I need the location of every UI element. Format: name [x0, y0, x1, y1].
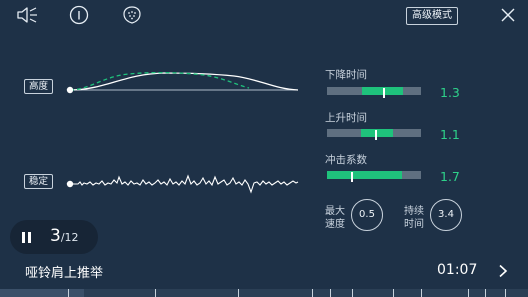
session-progress-fill	[0, 289, 85, 297]
stability-wave-chart	[66, 174, 299, 194]
progress-tick	[352, 289, 353, 297]
impact-factor-bar-fill	[327, 171, 403, 179]
progress-tick	[155, 289, 156, 297]
chevron-right-icon[interactable]	[494, 262, 512, 280]
session-progress-bar[interactable]	[0, 289, 528, 297]
impact-factor-bar	[327, 171, 421, 182]
descent-time-value: 1.3	[440, 85, 460, 100]
duration-label: 持续时间	[404, 206, 424, 230]
impact-factor-label: 冲击系数	[325, 154, 367, 166]
ascent-time-bar	[327, 129, 421, 140]
progress-tick	[485, 289, 486, 297]
height-curve-chart	[66, 71, 299, 94]
pause-icon	[21, 231, 25, 243]
progress-tick	[393, 289, 394, 297]
progress-tick	[468, 289, 469, 297]
elapsed-time: 01:07	[437, 262, 478, 278]
max-speed-value: 0.5	[351, 199, 383, 231]
impact-factor-bar-marker	[350, 172, 353, 182]
speaker-muted-icon[interactable]	[14, 4, 40, 26]
ascent-time-bar-marker	[374, 130, 377, 140]
progress-tick	[312, 289, 313, 297]
descent-time-bar-marker	[383, 88, 386, 98]
rep-current: 3	[50, 226, 61, 246]
height-chart-tag: 高度	[24, 79, 53, 94]
stability-chart-tag: 稳定	[24, 174, 53, 189]
max-speed-label: 最大速度	[325, 206, 345, 230]
close-icon[interactable]	[498, 5, 518, 25]
exercise-name: 哑铃肩上推举	[25, 266, 104, 281]
rep-counter: 3/12	[50, 226, 79, 246]
advanced-mode-button[interactable]: 高级模式	[406, 7, 458, 25]
progress-tick	[505, 289, 506, 297]
descent-time-label: 下降时间	[325, 69, 367, 81]
progress-tick	[330, 289, 331, 297]
descent-time-bar	[327, 87, 421, 98]
impact-factor-value: 1.7	[440, 169, 460, 184]
shield-icon[interactable]	[120, 4, 144, 26]
ascent-time-value: 1.1	[440, 127, 460, 142]
info-icon[interactable]	[67, 4, 91, 26]
ascent-time-label: 上升时间	[325, 112, 367, 124]
progress-tick	[68, 289, 69, 297]
duration-value: 3.4	[430, 199, 462, 231]
rep-total: /12	[60, 231, 79, 244]
progress-tick	[421, 289, 422, 297]
pause-button[interactable]	[12, 223, 40, 251]
progress-tick	[238, 289, 239, 297]
